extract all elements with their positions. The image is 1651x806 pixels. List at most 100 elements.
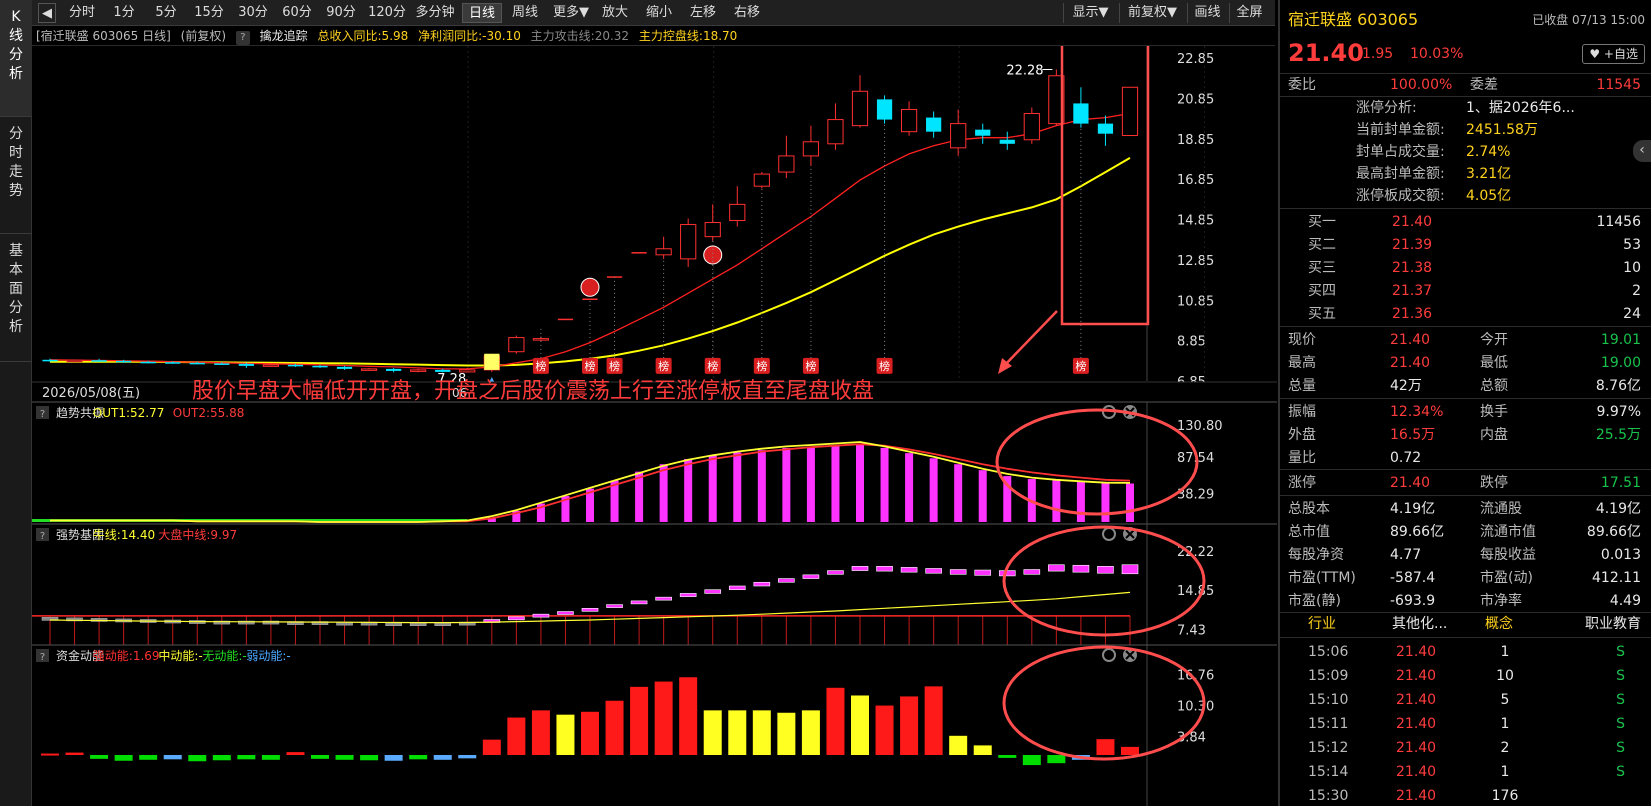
period-button-14[interactable]: 左移 <box>682 3 724 23</box>
bid-label: 买四 <box>1308 283 1336 299</box>
quote-row: 总量 42万 总额 8.76亿 <box>1280 374 1651 397</box>
tick-row: 15:11 21.40 1 S <box>1280 712 1651 736</box>
fund-bar <box>433 755 452 760</box>
limit-analysis-value: 2.74% <box>1466 144 1511 160</box>
quote-row-label: 振幅 <box>1288 404 1316 420</box>
gene-box <box>974 569 992 576</box>
period-button-7[interactable]: 120分 <box>364 3 410 23</box>
gene-box <box>630 600 648 605</box>
industry-value: 其他化... <box>1392 616 1448 632</box>
fund-label-2: 流通市值 <box>1480 524 1536 540</box>
candle-down <box>1073 103 1089 124</box>
candle-up <box>802 141 820 157</box>
period-button-1[interactable]: 1分 <box>104 3 144 23</box>
tick-row: 15:06 21.40 1 S <box>1280 640 1651 664</box>
fund-bar <box>703 710 722 755</box>
period-button-10[interactable]: 周线 <box>504 3 546 23</box>
tab-fundamental-analysis[interactable]: 基本面分析 <box>0 234 32 362</box>
tab-minute-trend[interactable]: 分时走势 <box>0 117 32 234</box>
limit-analysis-label: 封单占成交量: <box>1356 144 1445 160</box>
trend-tick-label: 130.80 <box>1177 419 1223 434</box>
gene-box <box>900 567 918 573</box>
price-tick-label: 14.85 <box>1177 214 1214 229</box>
profit-yoy: 净利润同比:-30.10 <box>418 29 521 43</box>
quote-row-label-2: 换手 <box>1480 404 1508 420</box>
fundamental-row: 市盈(TTM) -587.4 市盈(动) 412.11 <box>1280 566 1651 589</box>
fund-bar <box>777 712 796 755</box>
gene-panel-header: ? 强势基因牛线:14.40 大盘中线:9.97 <box>36 527 237 542</box>
candle-down <box>876 99 893 120</box>
date-label: 2026/05/08(五) <box>42 386 140 401</box>
tick-row: 15:12 21.40 2 S <box>1280 736 1651 760</box>
fund-bar <box>65 752 84 755</box>
period-button-13[interactable]: 缩小 <box>638 3 680 23</box>
panel-legend: 强动能:1.69 <box>93 649 160 663</box>
bid-row: 买一 21.40 11456 <box>1280 210 1651 233</box>
period-button-11[interactable]: 更多▼ <box>550 3 592 23</box>
limit-up-value: 21.40 <box>1390 475 1431 491</box>
divider <box>1280 637 1651 638</box>
candle-up <box>66 359 83 363</box>
chart-area[interactable]: 22.8520.8518.8516.8514.8512.8510.858.856… <box>32 46 1277 806</box>
period-button-9[interactable]: 日线 <box>462 3 502 23</box>
fund-bar <box>335 755 354 760</box>
fund-label-2: 流通股 <box>1480 501 1522 517</box>
bid-row: 买二 21.39 53 <box>1280 233 1651 256</box>
revenue-yoy: 总收入同比:5.98 <box>317 29 409 43</box>
period-button-6[interactable]: 90分 <box>320 3 362 23</box>
period-button-8[interactable]: 多分钟 <box>412 3 458 23</box>
gene-box <box>876 566 893 572</box>
add-favorite-button[interactable]: ♥ +自选 <box>1582 44 1645 64</box>
trend-bar <box>782 447 791 522</box>
bid-price: 21.40 <box>1392 214 1433 230</box>
gene-box <box>704 589 722 594</box>
fund-label: 每股净资 <box>1288 547 1344 563</box>
fund-bar <box>114 755 133 761</box>
period-button-12[interactable]: 放大 <box>594 3 636 23</box>
period-button-4[interactable]: 30分 <box>232 3 274 23</box>
right-toolbar-button-3[interactable]: 全屏 <box>1229 3 1269 23</box>
fund-bar <box>851 695 869 755</box>
fund-bar <box>286 752 305 755</box>
tab-kline-analysis[interactable]: K线分析 <box>0 0 32 117</box>
gene-box <box>581 608 599 612</box>
price-tick-label: 12.85 <box>1177 254 1214 269</box>
gene-box <box>655 596 672 601</box>
fund-bar <box>1022 755 1041 766</box>
period-button-15[interactable]: 右移 <box>726 3 768 23</box>
bid-volume: 2 <box>1632 283 1641 299</box>
period-toolbar: ◀ 分时 1分 5分 15分 30分 60分 90分 120分 多分钟 日线 周线 更多▼ 放大 缩小 左移右… <box>32 0 1275 26</box>
collapse-panel-button[interactable]: ‹ <box>1633 140 1651 162</box>
fund-bar <box>1047 755 1066 764</box>
fund-value-2: 89.66亿 <box>1586 524 1641 540</box>
highlight-ellipse <box>1002 525 1206 637</box>
trend-bar <box>684 459 693 522</box>
period-button-0[interactable]: 分时 <box>62 3 102 23</box>
help-icon[interactable]: ? <box>235 31 250 45</box>
chart-info-bar: [宿迁联盛 603065 日线] (前复权) ? 擒龙追踪 总收入同比:5.98… <box>32 26 1275 46</box>
gene-box <box>728 585 746 591</box>
gene-box <box>925 568 942 574</box>
fund-bar <box>900 696 919 755</box>
gene-box <box>1121 564 1139 575</box>
tick-row: 15:10 21.40 5 S <box>1280 688 1651 712</box>
divider <box>1280 495 1651 496</box>
candle-down <box>238 363 254 366</box>
fundamental-row: 总市值 89.66亿 流通市值 89.66亿 <box>1280 520 1651 543</box>
trend-bar <box>905 453 914 522</box>
period-button-3[interactable]: 15分 <box>188 3 230 23</box>
quote-row-label-2: 总额 <box>1480 378 1508 394</box>
back-arrow-icon[interactable]: ◀ <box>38 3 56 23</box>
right-toolbar-button-0[interactable]: 显示▼ <box>1063 3 1117 23</box>
fund-label: 市盈(静) <box>1288 593 1341 609</box>
period-button-2[interactable]: 5分 <box>146 3 186 23</box>
right-toolbar-button-2[interactable]: 画线 <box>1187 3 1227 23</box>
indicator-name[interactable]: 擒龙追踪 <box>260 29 308 43</box>
right-toolbar-button-1[interactable]: 前复权▼ <box>1119 3 1185 23</box>
fund-label: 总股本 <box>1288 501 1330 517</box>
concept-label: 概念 <box>1485 616 1513 632</box>
trend-bar <box>1101 483 1110 522</box>
panel-legend: 中动能:- <box>158 648 202 663</box>
period-button-5[interactable]: 60分 <box>276 3 318 23</box>
tick-time: 15:14 <box>1308 764 1349 780</box>
